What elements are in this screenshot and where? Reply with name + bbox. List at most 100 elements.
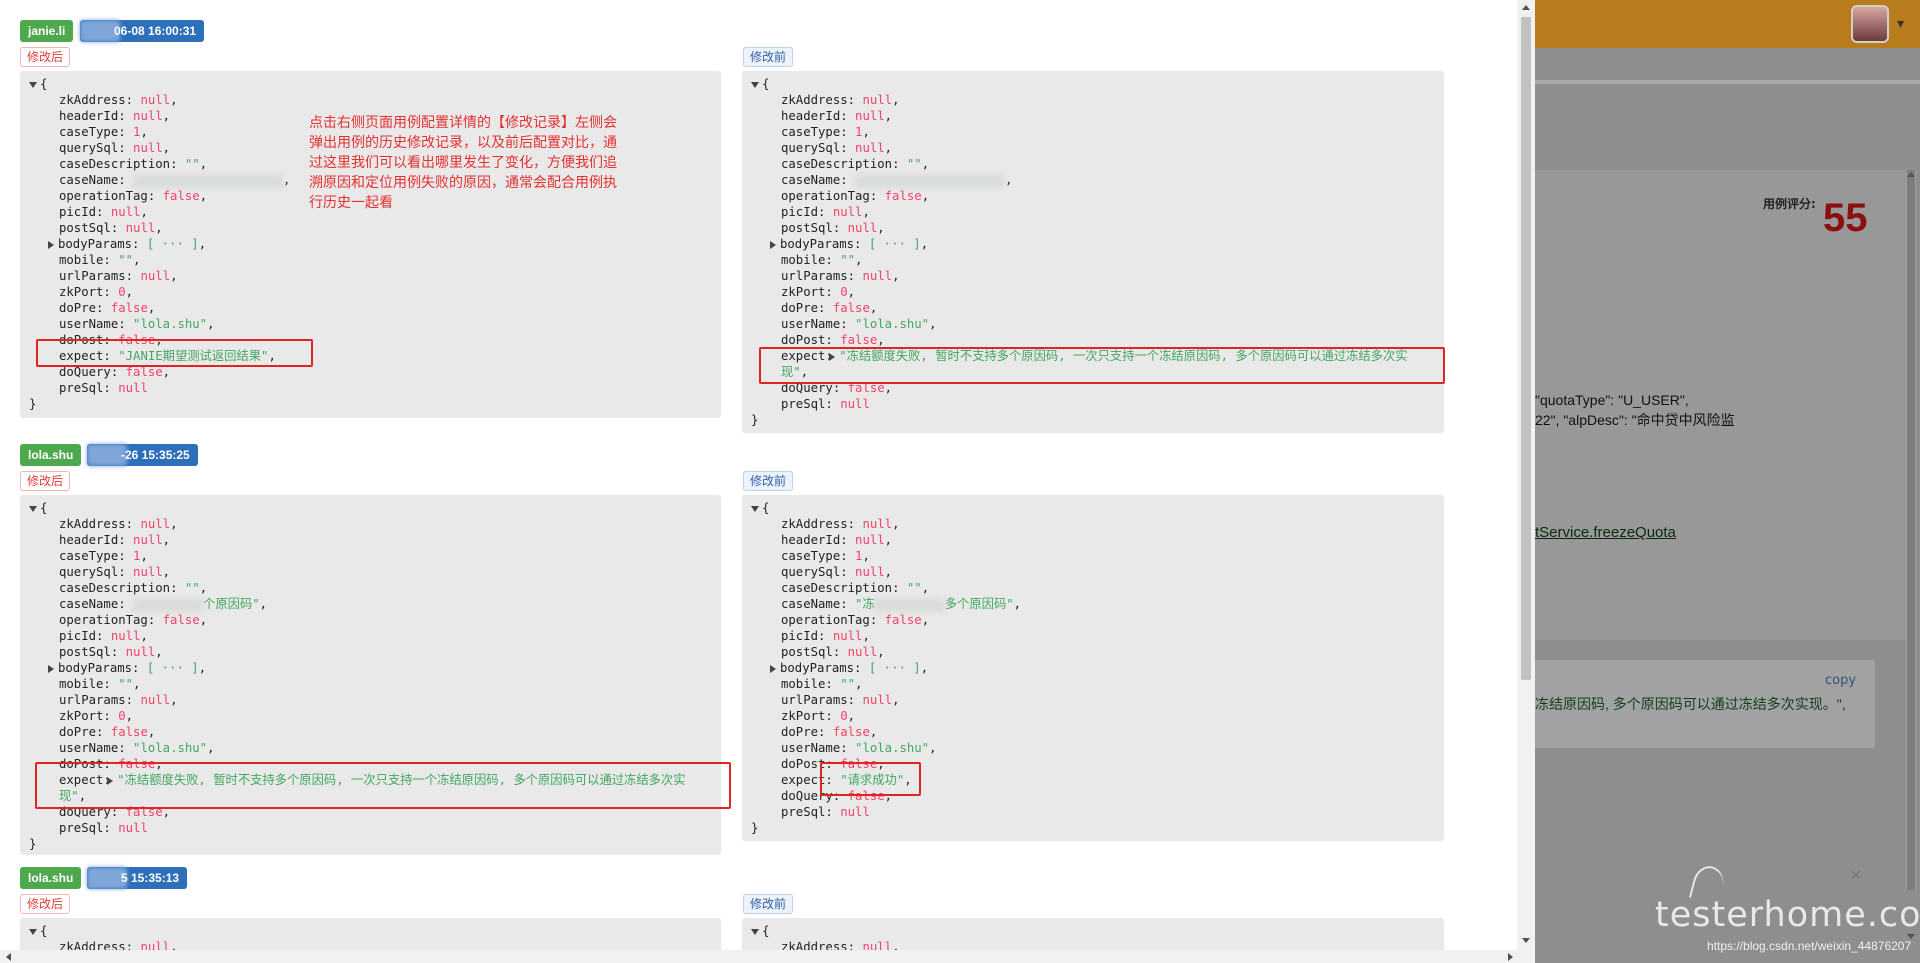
- json-line: preSql: null: [781, 397, 870, 411]
- json-value: null: [133, 565, 163, 579]
- json-key: operationTag: [59, 613, 148, 627]
- json-line: postSql: null,: [781, 221, 885, 235]
- json-line: headerId: null,: [781, 109, 893, 123]
- json-value: false: [110, 725, 148, 739]
- json-line: operationTag: false,: [781, 613, 930, 627]
- json-value: false: [847, 381, 885, 395]
- json-line: userName: "lola.shu",: [59, 317, 215, 331]
- json-key: urlParams: [59, 269, 126, 283]
- annotation: 点击右侧页面用例配置详情的【修改记录】左侧会弹出用例的历史修改记录，以及前后配置…: [309, 115, 617, 211]
- expand-arrow-icon[interactable]: [770, 240, 776, 249]
- horizontal-scrollbar[interactable]: [0, 950, 1535, 963]
- service-link[interactable]: tService.freezeQuota: [1535, 524, 1676, 541]
- json-key: expect: [781, 349, 826, 363]
- json-value: null: [862, 269, 893, 283]
- json-value: false: [840, 333, 878, 347]
- copy-button[interactable]: copy: [1825, 673, 1856, 688]
- collapse-arrow-icon[interactable]: [751, 505, 759, 512]
- json-line: doPre: false,: [59, 725, 156, 739]
- json-value: null: [855, 141, 885, 155]
- json-value: false: [832, 301, 870, 315]
- json-value: "冻结额度失败, 暂时不支持多个原因码, 一次只支持一个冻结原因码, 多个原因码…: [59, 773, 686, 803]
- json-key: preSql: [781, 397, 826, 411]
- json-line: mobile: "",: [59, 253, 141, 267]
- expand-arrow-icon[interactable]: [770, 664, 776, 673]
- json-brace: {: [40, 501, 48, 515]
- score-value: 55: [1823, 196, 1868, 240]
- vertical-scrollbar[interactable]: [1517, 0, 1535, 950]
- json-value: "": [906, 581, 922, 595]
- json-brace: }: [751, 413, 759, 427]
- collapse-arrow-icon[interactable]: [29, 81, 37, 88]
- json-key: userName: [781, 741, 841, 755]
- json-value: 1: [855, 125, 863, 139]
- expand-arrow-icon[interactable]: [48, 664, 54, 673]
- json-key: caseType: [781, 125, 841, 139]
- json-line: caseType: 1,: [781, 549, 870, 563]
- json-line: bodyParams: [ ··· ],: [751, 236, 1444, 252]
- scrollbar-thumb[interactable]: [1907, 170, 1915, 890]
- json-value: 0: [840, 709, 848, 723]
- json-line: doPost: false,: [781, 757, 885, 771]
- json-key: caseDescription: [781, 157, 893, 171]
- scroll-right-icon[interactable]: [1508, 953, 1513, 961]
- time-badge: -26 15:35:25: [87, 444, 198, 466]
- json-line: expect: "冻结额度失败, 暂时不支持多个原因码, 一次只支持一个冻结原因…: [59, 773, 686, 803]
- scroll-left-icon[interactable]: [6, 953, 11, 961]
- json-key: operationTag: [781, 613, 870, 627]
- scrollbar-thumb[interactable]: [1521, 17, 1531, 680]
- json-brace: }: [751, 821, 759, 835]
- json-line: doQuery: false,: [59, 365, 171, 379]
- json-key: userName: [59, 741, 119, 755]
- user-avatar[interactable]: [1851, 5, 1889, 43]
- json-value: null: [133, 141, 163, 155]
- json-value: null: [855, 565, 885, 579]
- json-key: zkAddress: [59, 93, 126, 107]
- json-key: operationTag: [59, 189, 148, 203]
- json-line: {: [29, 500, 721, 516]
- collapse-arrow-icon[interactable]: [29, 928, 37, 935]
- json-key: doPre: [59, 301, 97, 315]
- collapse-arrow-icon[interactable]: [751, 81, 759, 88]
- json-key: bodyParams: [58, 237, 133, 251]
- json-line: }: [751, 820, 1444, 836]
- json-value: "lola.shu": [133, 317, 208, 331]
- json-line: zkPort: 0,: [781, 709, 856, 723]
- chevron-down-icon[interactable]: ▾: [1897, 16, 1904, 32]
- json-key: caseDescription: [59, 581, 171, 595]
- json-line: picId: null,: [59, 629, 148, 643]
- expand-arrow-icon[interactable]: [48, 240, 54, 249]
- scroll-up-icon[interactable]: [1522, 5, 1530, 10]
- json-line: doPre: false,: [781, 301, 878, 315]
- json-line: bodyParams: [ ··· ],: [29, 660, 721, 676]
- json-key: caseName: [781, 597, 841, 611]
- json-key: expect: [59, 349, 104, 363]
- json-key: zkPort: [59, 285, 104, 299]
- scroll-up-icon[interactable]: [1907, 172, 1915, 177]
- json-key: doQuery: [781, 381, 833, 395]
- collapse-arrow-icon[interactable]: [29, 505, 37, 512]
- json-key: mobile: [59, 253, 104, 267]
- scroll-down-icon[interactable]: [1522, 938, 1530, 943]
- json-value: false: [125, 805, 163, 819]
- json-line: picId: null,: [781, 629, 870, 643]
- json-line: doPost: false,: [59, 333, 163, 347]
- background-app: ▾ 用例评分: 55 "quotaType": "U_USER", 22", "…: [1535, 0, 1920, 963]
- json-brace: {: [40, 924, 48, 938]
- json-value: "冻结额度失败, 暂时不支持多个原因码, 一次只支持一个冻结原因码, 多个原因码…: [781, 349, 1408, 379]
- time-badge: 5 15:35:13: [87, 867, 188, 889]
- json-value: [ ··· ]: [868, 661, 921, 675]
- json-line: querySql: null,: [781, 141, 893, 155]
- json-key: caseType: [781, 549, 841, 563]
- json-key: preSql: [781, 805, 826, 819]
- expand-arrow-icon[interactable]: [107, 776, 114, 785]
- expand-arrow-icon[interactable]: [829, 352, 836, 361]
- json-line: caseDescription: "",: [781, 581, 930, 595]
- close-icon[interactable]: ✕: [1850, 868, 1862, 884]
- json-line: preSql: null: [781, 805, 870, 819]
- json-value: false: [832, 725, 870, 739]
- json-key: expect: [59, 773, 104, 787]
- collapse-arrow-icon[interactable]: [751, 928, 759, 935]
- panel-scrollbar[interactable]: [1906, 170, 1916, 890]
- json-value: null: [140, 93, 171, 107]
